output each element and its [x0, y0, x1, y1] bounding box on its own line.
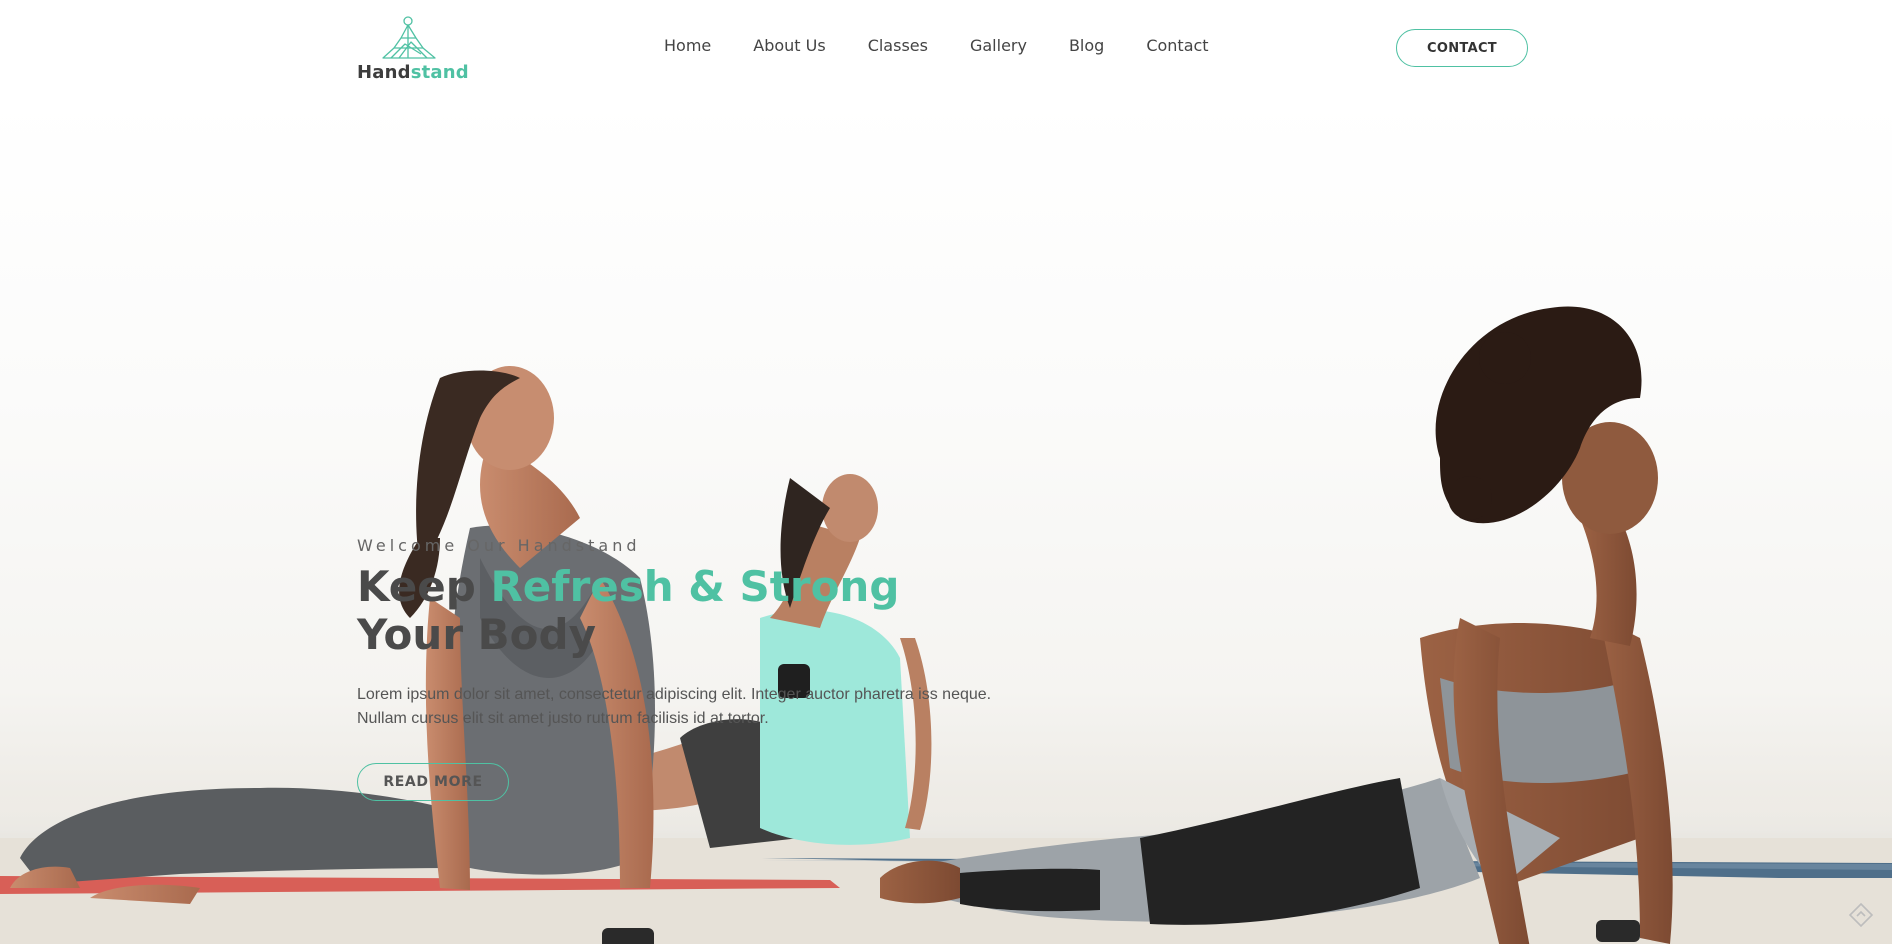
- hero-headline: Keep Refresh & Strong Your Body: [357, 562, 900, 659]
- hero-eyebrow: Welcome Our Handstand: [357, 536, 641, 555]
- contact-button[interactable]: CONTACT: [1396, 29, 1528, 67]
- nav-home[interactable]: Home: [664, 36, 711, 56]
- brand-logo[interactable]: Handstand: [357, 14, 469, 86]
- hero-content: Welcome Our Handstand Keep Refresh & Str…: [357, 536, 997, 801]
- diamond-arrow-icon[interactable]: [1848, 902, 1874, 928]
- nav-contact[interactable]: Contact: [1146, 36, 1208, 56]
- read-more-button[interactable]: READ MORE: [357, 763, 509, 801]
- nav-gallery[interactable]: Gallery: [970, 36, 1027, 56]
- nav-blog[interactable]: Blog: [1069, 36, 1104, 56]
- hero-background-image: [0, 306, 1892, 944]
- hero-description: Lorem ipsum dolor sit amet, consectetur …: [357, 686, 992, 727]
- main-nav: Home About Us Classes Gallery Blog Conta…: [664, 36, 1209, 56]
- nav-classes[interactable]: Classes: [868, 36, 928, 56]
- yoga-pose-icon: [382, 16, 436, 59]
- nav-about-us[interactable]: About Us: [753, 36, 825, 56]
- hero-section: Welcome Our Handstand Keep Refresh & Str…: [0, 98, 1892, 944]
- site-header: Handstand Home About Us Classes Gallery …: [0, 0, 1892, 98]
- brand-name: Handstand: [357, 62, 469, 83]
